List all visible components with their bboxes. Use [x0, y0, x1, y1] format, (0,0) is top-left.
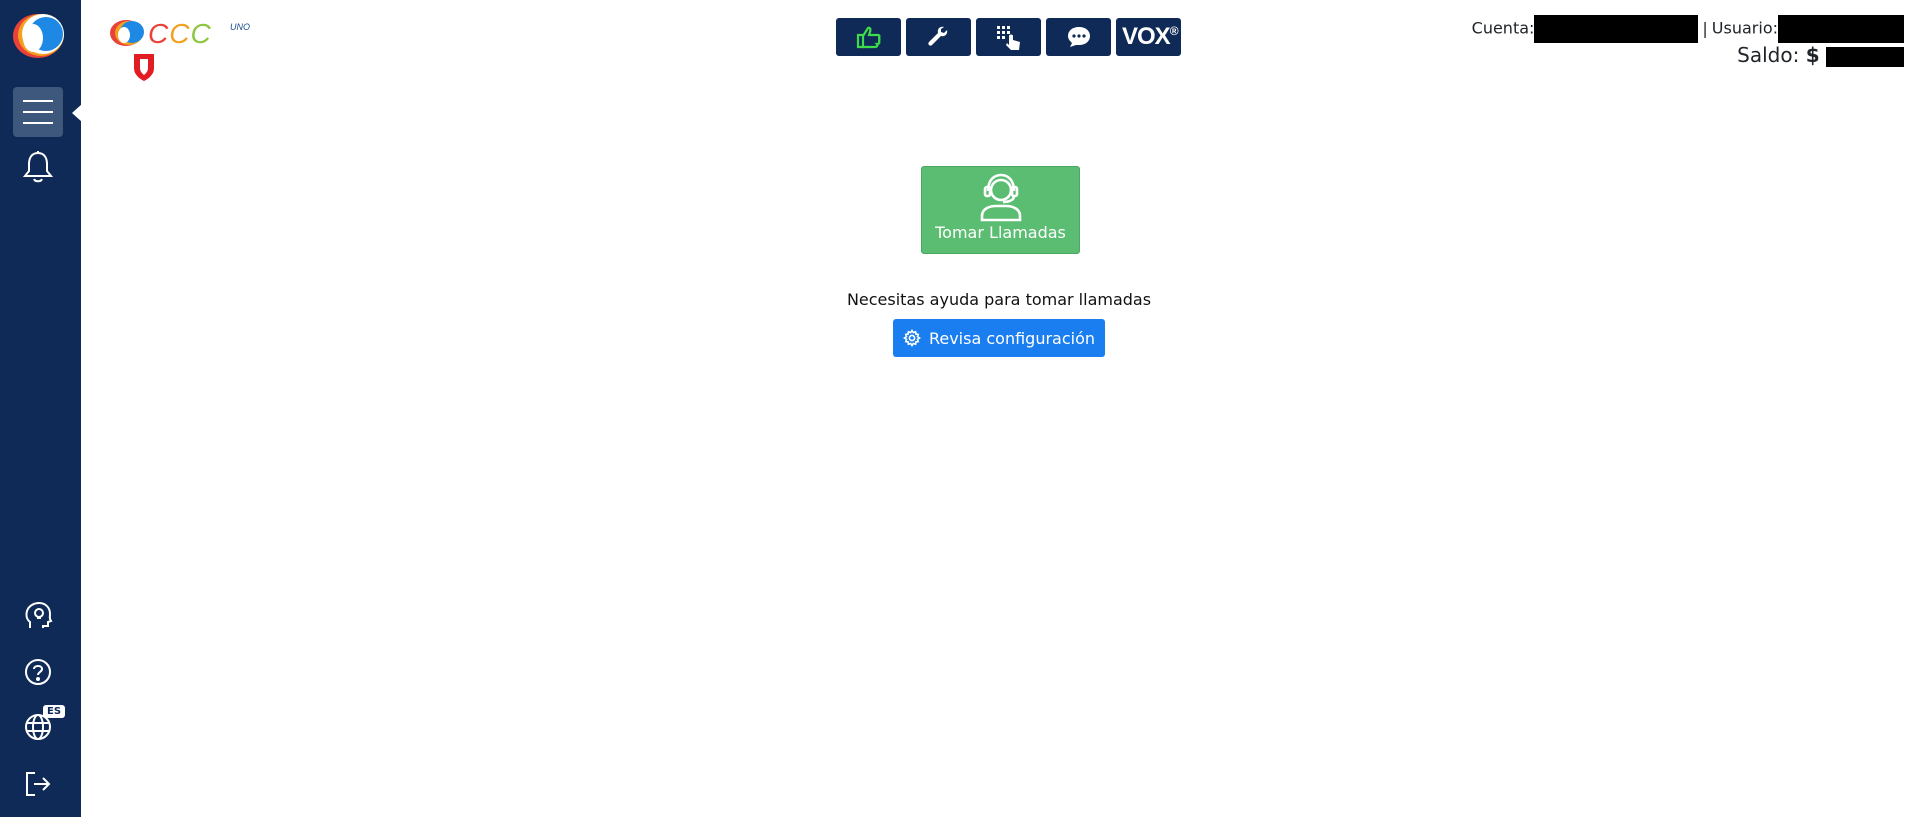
take-calls-button[interactable]: Tomar Llamadas: [921, 166, 1080, 254]
chat-button[interactable]: [1046, 18, 1111, 56]
logout-button[interactable]: [22, 768, 54, 800]
review-config-button[interactable]: Revisa configuración: [893, 319, 1105, 357]
help-button[interactable]: [22, 656, 54, 688]
chat-bubble-icon: [1068, 27, 1090, 47]
separator: |: [1702, 18, 1708, 38]
ideas-button[interactable]: [22, 600, 54, 632]
user-redacted: [1778, 15, 1904, 43]
account-label: Cuenta:: [1471, 18, 1535, 38]
user-label: Usuario:: [1711, 18, 1778, 38]
balance-currency: $: [1805, 43, 1820, 67]
dialpad-icon: [997, 26, 1020, 50]
brand-logo: CCC UNO: [108, 16, 258, 86]
brand-suffix: UNO: [230, 22, 250, 32]
menu-button[interactable]: [13, 87, 63, 137]
balance-label: Saldo:: [1737, 43, 1800, 67]
head-lightbulb-icon: [25, 601, 53, 628]
shield-icon: [134, 54, 154, 81]
logout-icon: [26, 772, 51, 796]
brand-name: CCC: [148, 18, 212, 49]
review-config-label: Revisa configuración: [928, 328, 1096, 348]
notifications-button[interactable]: [22, 150, 54, 183]
headset-agent-icon: [980, 173, 1022, 222]
menu-icon: [23, 100, 53, 124]
balance-info: Saldo: $: [1737, 43, 1904, 67]
thumbs-up-icon: [856, 26, 881, 49]
sidebar: ES: [0, 0, 82, 817]
vox-label: VOX®: [1122, 23, 1179, 50]
account-info: Cuenta: | Usuario:: [1472, 15, 1904, 43]
app-logo[interactable]: [8, 10, 70, 62]
status-button[interactable]: [836, 18, 901, 56]
account-redacted: [1534, 15, 1699, 43]
vox-button[interactable]: VOX®: [1116, 18, 1181, 56]
bell-icon: [22, 151, 54, 183]
take-calls-label: Tomar Llamadas: [935, 223, 1066, 242]
menu-pointer: [72, 104, 82, 122]
brand-mark-icon: [110, 20, 144, 46]
tools-button[interactable]: [906, 18, 971, 56]
dialpad-button[interactable]: [976, 18, 1041, 56]
gear-icon: [903, 329, 921, 347]
help-text: Necesitas ayuda para tomar llamadas: [846, 290, 1152, 309]
help-icon: [25, 659, 51, 685]
wrench-icon: [928, 26, 948, 46]
language-badge: ES: [43, 705, 66, 718]
balance-redacted: [1826, 46, 1904, 67]
